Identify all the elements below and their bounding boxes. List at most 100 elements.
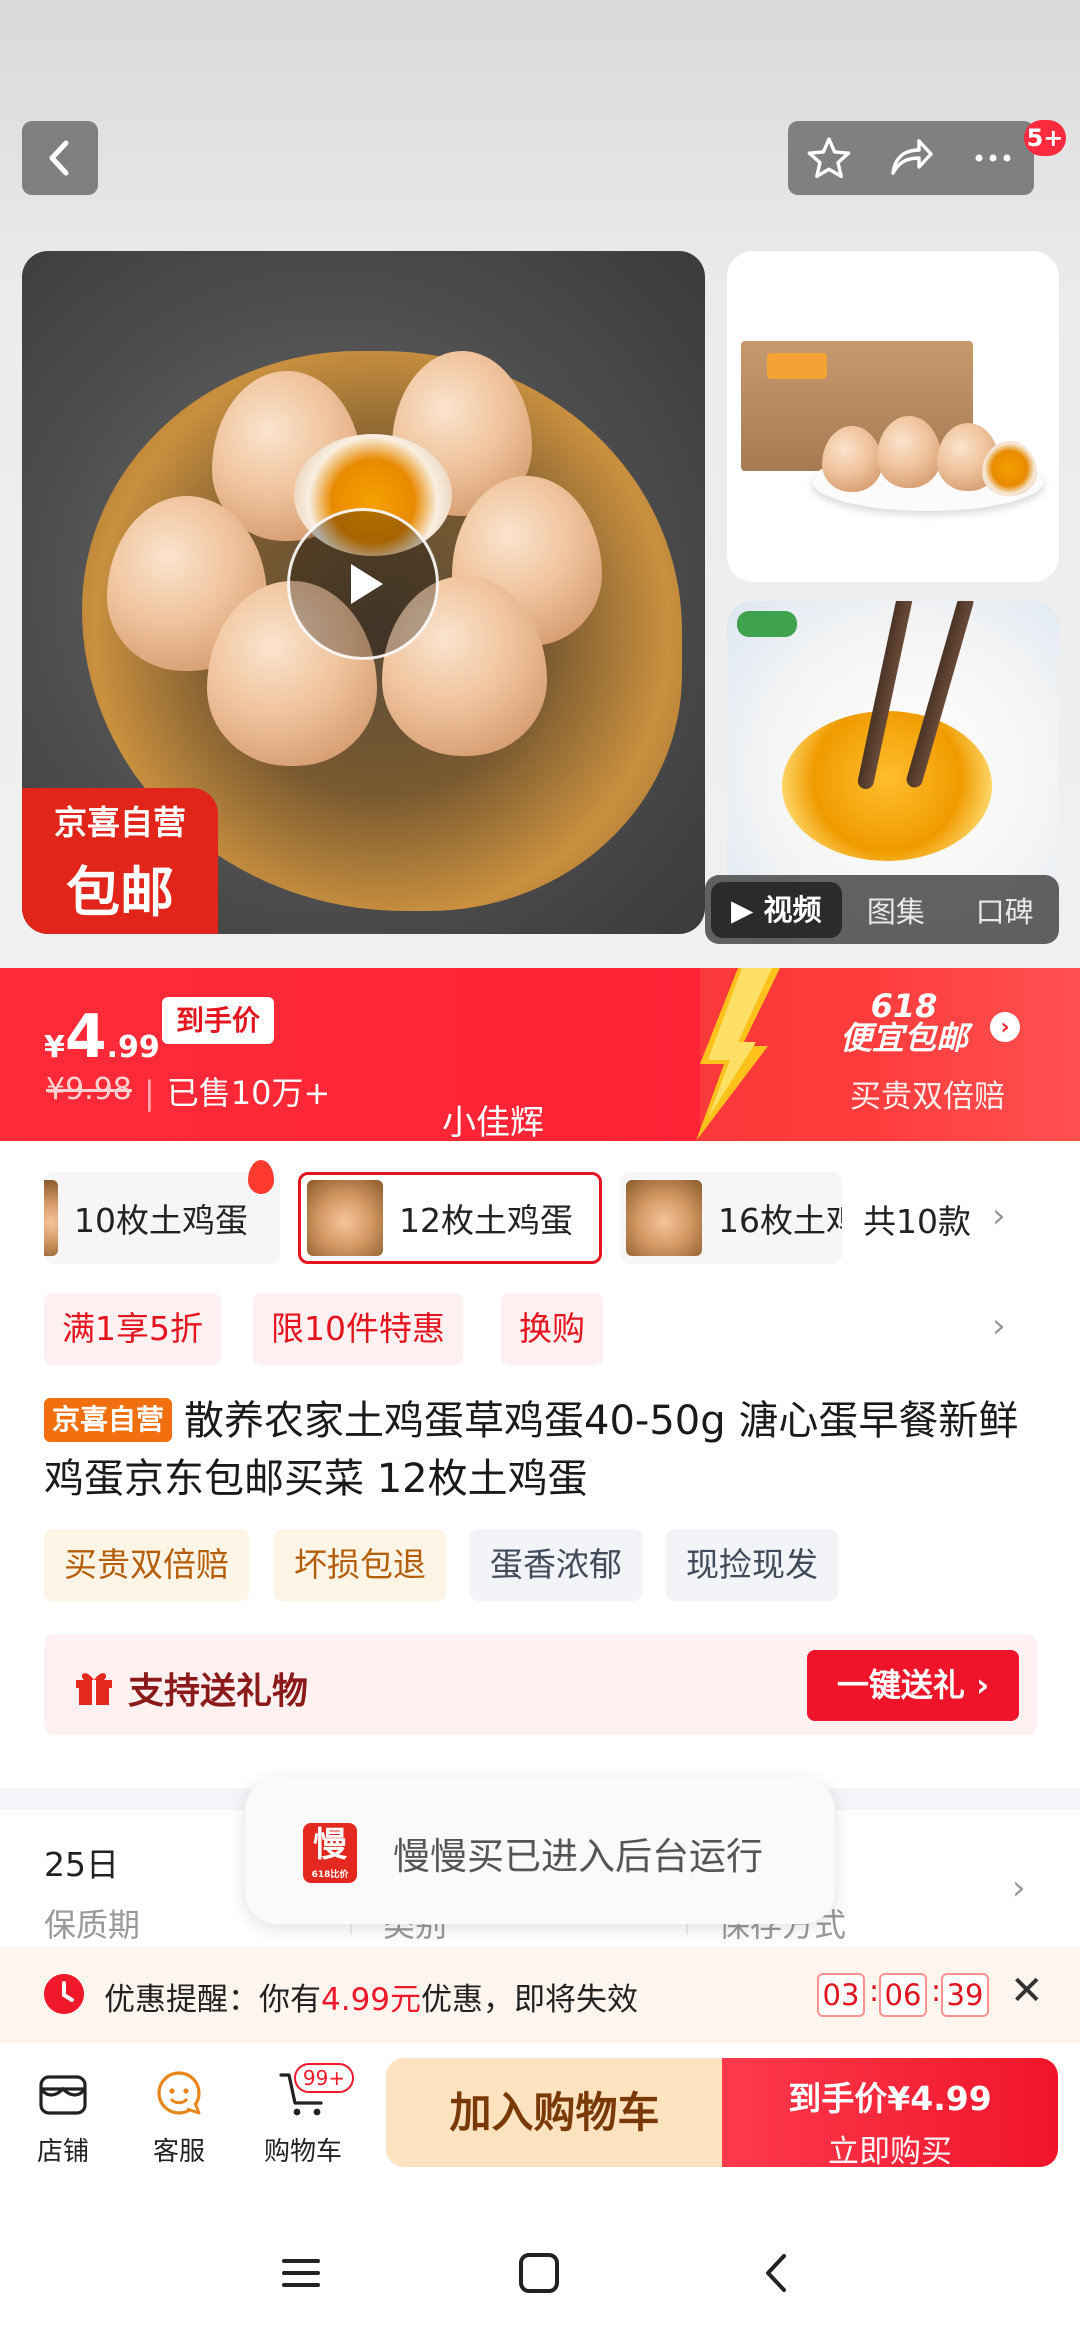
- buy-now-price: 到手价¥4.99: [788, 2079, 992, 2118]
- original-price: ¥9.98: [46, 1072, 132, 1107]
- variant-label: 12枚土鸡蛋: [399, 1201, 573, 1240]
- product-title: 京喜自营 散养农家土鸡蛋草鸡蛋40-50g 溏心蛋早餐新鲜鸡蛋京东包邮买菜 12枚…: [44, 1392, 1044, 1508]
- variant-item[interactable]: 10枚土鸡蛋: [44, 1172, 280, 1264]
- promo-title-618: 618: [870, 987, 938, 1025]
- price-integer: 4: [64, 1002, 107, 1072]
- tab-gallery[interactable]: 图集: [842, 889, 951, 931]
- media-tabs: ▶ 视频 图集 口碑: [705, 875, 1059, 944]
- toast-message: 慢慢买已进入后台运行: [393, 1835, 763, 1878]
- system-navigation-bar: [0, 2200, 1080, 2340]
- promo-chip[interactable]: 满1享5折: [44, 1293, 221, 1365]
- lightning-icon: [696, 968, 780, 1141]
- buy-now-button[interactable]: 到手价¥4.99 立即购买: [722, 2058, 1058, 2170]
- promo-chip[interactable]: 限10件特惠: [253, 1293, 463, 1365]
- feature-chip[interactable]: 买贵双倍赔: [44, 1529, 249, 1601]
- sold-separator: |: [144, 1074, 155, 1112]
- reminder-amount: 4.99元: [321, 1982, 422, 2018]
- watermark-text: 小佳辉: [442, 1103, 544, 1143]
- promo-arrow-icon[interactable]: ›: [990, 1012, 1020, 1042]
- app-logo-icon: 慢 618比价: [303, 1823, 357, 1883]
- feature-chip[interactable]: 现捡现发: [666, 1529, 838, 1601]
- more-icon: [975, 154, 1011, 162]
- home-icon[interactable]: [514, 2248, 564, 2298]
- tab-reviews[interactable]: 口碑: [950, 889, 1059, 931]
- current-price: ¥ 4 .99: [44, 1002, 160, 1072]
- shop-label: 店铺: [36, 2137, 89, 2167]
- send-gift-button[interactable]: 一键送礼 ›: [807, 1650, 1019, 1721]
- close-icon[interactable]: ✕: [1010, 1968, 1044, 2014]
- shop-button[interactable]: 店铺: [18, 2065, 108, 2168]
- promo-subtitle: 买贵双倍赔: [850, 1079, 1005, 1115]
- service-label: 客服: [152, 2137, 205, 2167]
- share-button[interactable]: [881, 128, 941, 188]
- header-actions: [788, 121, 1034, 195]
- sold-text: 已售10万+: [166, 1074, 331, 1112]
- chevron-right-icon[interactable]: ›: [992, 1306, 1006, 1346]
- shop-icon: [39, 2075, 87, 2115]
- variant-label: 16枚土鸡: [718, 1201, 842, 1240]
- service-button[interactable]: 客服: [134, 2065, 224, 2168]
- feature-chip[interactable]: 蛋香浓郁: [470, 1529, 642, 1601]
- timer-minutes: 06: [879, 1973, 927, 2017]
- star-icon: [807, 137, 851, 179]
- coupon-reminder-bar[interactable]: 优惠提醒：你有4.99元优惠，即将失效 03 : 06 : 39 ✕: [0, 1946, 1080, 2043]
- back-button[interactable]: [22, 121, 98, 195]
- timer-colon: :: [931, 1974, 942, 2009]
- more-button[interactable]: [963, 128, 1023, 188]
- tab-video[interactable]: ▶ 视频: [711, 881, 842, 938]
- buy-now-label: 立即购买: [828, 2134, 952, 2170]
- variant-item[interactable]: 16枚土鸡: [620, 1172, 842, 1264]
- menu-icon[interactable]: [276, 2248, 326, 2298]
- reminder-suffix: 优惠，即将失效: [421, 1982, 639, 2018]
- tab-video-label: 视频: [763, 892, 822, 927]
- spec-label: 保质期: [44, 1906, 141, 1944]
- chevron-right-icon[interactable]: ›: [992, 1196, 1006, 1236]
- timer-colon: :: [869, 1974, 880, 2009]
- app-logo-char: 慢: [313, 1825, 347, 1865]
- reminder-prefix: 优惠提醒：你有: [104, 1982, 321, 2018]
- jingxi-badge: 京喜自营 包邮: [22, 788, 218, 934]
- feature-chip[interactable]: 坏损包退: [274, 1529, 446, 1601]
- product-gallery: 5+ 京喜自营 包邮 ▶ 视频 图集 口碑: [0, 0, 1080, 968]
- promo-chip[interactable]: 换购: [501, 1293, 603, 1365]
- play-video-button[interactable]: [287, 508, 439, 660]
- timer-seconds: 39: [941, 1973, 989, 2017]
- add-to-cart-button[interactable]: 加入购物车: [386, 2058, 723, 2167]
- main-product-image[interactable]: 京喜自营 包邮: [22, 251, 705, 934]
- hot-fire-icon: [248, 1160, 274, 1194]
- variant-item-selected[interactable]: 12枚土鸡蛋: [298, 1172, 602, 1264]
- box-label: [767, 353, 827, 379]
- favorite-button[interactable]: [799, 128, 859, 188]
- jingxi-badge-line2: 包邮: [66, 860, 174, 924]
- gift-row: 支持送礼物 一键送礼 ›: [44, 1634, 1037, 1735]
- price-decimal: .99: [106, 1030, 160, 1065]
- play-icon: [351, 564, 383, 604]
- chevron-right-icon[interactable]: ›: [1012, 1868, 1026, 1908]
- customer-service-icon: [157, 2071, 201, 2115]
- spec-shelf-life-value: 25日: [44, 1845, 119, 1884]
- promo-title-text: 便宜包邮: [840, 1019, 969, 1057]
- jingxi-tag: 京喜自营: [44, 1398, 173, 1442]
- play-small-icon: ▶: [731, 892, 754, 927]
- back-icon: [49, 140, 69, 176]
- final-price-tag: 到手价: [162, 997, 275, 1044]
- cart-label: 购物车: [263, 2137, 342, 2167]
- price-currency: ¥: [44, 1030, 65, 1065]
- clock-icon: [44, 1974, 84, 2014]
- variant-count[interactable]: 共10款: [863, 1195, 971, 1243]
- back-nav-icon[interactable]: [752, 2248, 802, 2298]
- sold-count: | 已售10万+: [144, 1068, 330, 1114]
- promo-title[interactable]: 618 便宜包邮: [840, 990, 968, 1054]
- reminder-text: 优惠提醒：你有4.99元优惠，即将失效: [104, 1974, 638, 2019]
- message-badge: 5+: [1024, 120, 1066, 156]
- background-run-toast: 慢 618比价 慢慢买已进入后台运行: [245, 1778, 835, 1924]
- app-logo-sub: 618比价: [311, 1870, 349, 1880]
- product-title-text: 散养农家土鸡蛋草鸡蛋40-50g 溏心蛋早餐新鲜鸡蛋京东包邮买菜 12枚土鸡蛋: [44, 1398, 1019, 1502]
- gift-icon: [76, 1673, 112, 1705]
- variant-thumb: [307, 1180, 383, 1256]
- timer-hours: 03: [817, 1973, 865, 2017]
- jingxi-badge-line1: 京喜自营: [54, 802, 186, 842]
- variant-thumb: [626, 1180, 702, 1256]
- variant-thumb: [44, 1180, 58, 1256]
- thumbnail-box-eggs[interactable]: [727, 251, 1059, 582]
